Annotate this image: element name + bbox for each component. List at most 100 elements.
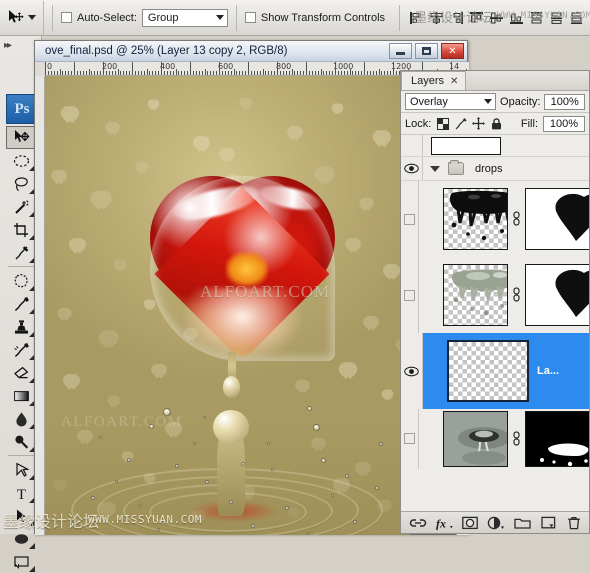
opacity-input[interactable]: 100%	[544, 93, 585, 110]
tool-preset-chevron-down-icon[interactable]	[28, 15, 36, 20]
link-layers-button[interactable]	[408, 514, 428, 531]
gradient-tool[interactable]	[6, 384, 36, 407]
delete-layer-button[interactable]	[564, 514, 584, 531]
visibility-toggle[interactable]	[401, 135, 423, 156]
align-left-edges-icon[interactable]	[408, 10, 424, 26]
group-disclosure-triangle-icon[interactable]	[430, 165, 440, 172]
ruler-tick	[155, 71, 157, 75]
mask-link-icon[interactable]	[512, 431, 521, 448]
lock-transparent-pixels-icon[interactable]	[436, 117, 449, 130]
lock-position-icon[interactable]	[472, 117, 486, 130]
layer-row-group-drops[interactable]: drops	[401, 157, 589, 181]
distribute-top-edges-icon[interactable]	[528, 10, 544, 26]
visibility-toggle[interactable]	[401, 409, 419, 469]
ruler-tick	[143, 71, 145, 75]
lasso-tool[interactable]	[6, 172, 36, 195]
layer-row-splash-photo[interactable]	[401, 409, 589, 469]
ruler-tick	[346, 71, 348, 75]
add-layer-style-button[interactable]: fx	[434, 514, 454, 531]
visibility-toggle[interactable]	[401, 257, 419, 333]
layer-thumbnail[interactable]	[442, 411, 509, 467]
ruler-tick	[369, 71, 371, 75]
layer-row-drip-black[interactable]	[401, 181, 589, 257]
align-right-edges-icon[interactable]	[448, 10, 464, 26]
ruler-tick	[393, 62, 394, 75]
current-tool-well[interactable]	[0, 0, 44, 35]
layer-row-drip-grey[interactable]	[401, 257, 589, 333]
minimize-button[interactable]	[389, 43, 412, 59]
eraser-tool[interactable]	[6, 361, 36, 384]
sparkle-bubble	[157, 528, 160, 531]
distribute-bottom-edges-icon[interactable]	[568, 10, 584, 26]
visibility-toggle[interactable]	[401, 181, 419, 257]
new-fill-adjustment-button[interactable]	[486, 514, 506, 531]
ruler-tick	[340, 71, 342, 75]
lock-all-icon[interactable]	[490, 117, 503, 130]
fill-input[interactable]: 100%	[543, 115, 585, 132]
close-button[interactable]: ✕	[441, 43, 464, 59]
auto-select-value: Group	[147, 11, 179, 24]
visibility-toggle-selected[interactable]	[401, 333, 423, 409]
double-chevron-right-icon[interactable]: ▸▸	[4, 40, 12, 51]
align-bottom-edges-icon[interactable]	[508, 10, 524, 26]
layer-mask-thumbnail[interactable]	[525, 411, 589, 467]
magic-wand-tool[interactable]	[6, 195, 36, 218]
bokeh-heart	[333, 102, 342, 111]
fill-label: Fill:	[520, 117, 538, 130]
move-tool-icon	[9, 9, 24, 23]
new-group-button[interactable]	[512, 514, 532, 531]
align-horizontal-centers-icon[interactable]	[428, 10, 444, 26]
lock-image-pixels-icon[interactable]	[454, 117, 467, 130]
artwork-canvas[interactable]: ALFOART.COM ALFOART.COM	[45, 76, 410, 535]
sparkle-bubble	[229, 500, 233, 504]
auto-select-checkbox[interactable]	[61, 12, 72, 23]
add-layer-mask-button[interactable]	[460, 514, 480, 531]
blur-tool[interactable]	[6, 407, 36, 430]
close-icon[interactable]: ✕	[450, 76, 458, 87]
crop-tool[interactable]	[6, 218, 36, 241]
auto-select-dropdown[interactable]: Group	[141, 8, 228, 27]
visibility-off-box	[403, 289, 415, 301]
patch-tool[interactable]	[6, 269, 36, 292]
new-layer-button[interactable]	[538, 514, 558, 531]
layer-mask-thumbnail[interactable]	[525, 264, 589, 326]
type-tool[interactable]: T	[6, 481, 36, 504]
brush-tool[interactable]	[6, 292, 36, 315]
ruler-tick	[201, 71, 203, 75]
ruler-tick	[117, 69, 119, 75]
history-brush-tool[interactable]	[6, 338, 36, 361]
pen-tool[interactable]	[6, 458, 36, 481]
layer-thumbnail[interactable]	[442, 188, 509, 250]
maximize-icon	[422, 47, 431, 55]
elliptical-marquee-tool[interactable]	[6, 149, 36, 172]
clone-stamp-tool[interactable]	[6, 315, 36, 338]
ruler-tick	[221, 71, 223, 75]
bokeh-heart	[107, 120, 118, 131]
mask-link-icon[interactable]	[512, 287, 521, 304]
layer-thumbnail[interactable]	[431, 136, 501, 155]
move-tool[interactable]	[6, 126, 36, 149]
layer-mask-thumbnail[interactable]	[525, 188, 589, 250]
maximize-button[interactable]	[415, 43, 438, 59]
show-transform-checkbox[interactable]	[244, 12, 256, 23]
eyedropper-tool[interactable]	[6, 241, 36, 264]
mask-link-icon[interactable]	[512, 211, 521, 228]
panel-tab-bar: Layers ✕	[401, 71, 589, 91]
layer-thumbnail[interactable]	[442, 264, 509, 326]
distribute-vertical-centers-icon[interactable]	[548, 10, 564, 26]
align-vertical-centers-icon[interactable]	[488, 10, 504, 26]
document-title-bar[interactable]: ove_final.psd @ 25% (Layer 13 copy 2, RG…	[35, 41, 467, 62]
dodge-tool[interactable]	[6, 430, 36, 453]
bokeh-heart	[241, 96, 251, 106]
visibility-toggle-drops[interactable]	[401, 157, 423, 180]
layer-row-partial-top[interactable]	[401, 135, 589, 157]
blend-mode-dropdown[interactable]: Overlay	[405, 93, 497, 110]
align-top-edges-icon[interactable]	[468, 10, 484, 26]
sparkle-bubble	[205, 480, 209, 484]
tab-layers[interactable]: Layers ✕	[401, 71, 467, 90]
layer-row-selected[interactable]: La...	[401, 333, 589, 409]
chevron-down-icon	[484, 99, 493, 104]
heart-white-glow	[184, 288, 300, 360]
layer-thumbnail-selected[interactable]	[447, 340, 529, 402]
notes-tool[interactable]	[6, 550, 36, 573]
